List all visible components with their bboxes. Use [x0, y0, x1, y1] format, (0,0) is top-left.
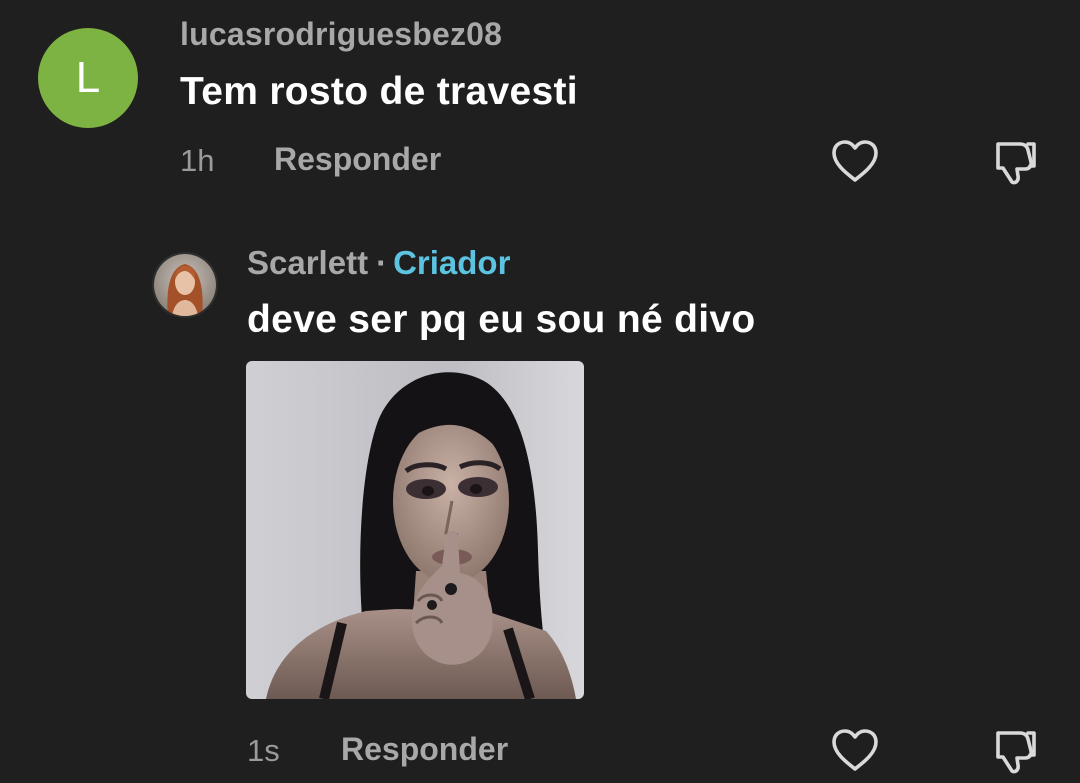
heart-icon[interactable]: [830, 138, 880, 184]
comments-screen: L lucasrodriguesbez08 Tem rosto de trave…: [0, 0, 1080, 783]
comment-text: deve ser pq eu sou né divo: [247, 298, 756, 341]
avatar-letter: L: [75, 53, 101, 102]
reply-button[interactable]: Responder: [274, 141, 441, 178]
comment-timestamp: 1h: [180, 143, 215, 178]
comment-timestamp: 1s: [247, 733, 280, 768]
comment-username[interactable]: Scarlett: [247, 244, 368, 281]
creator-avatar[interactable]: [152, 252, 218, 318]
creator-badge: Criador: [393, 244, 511, 281]
comment-username[interactable]: lucasrodriguesbez08: [180, 16, 502, 53]
comment-text: Tem rosto de travesti: [180, 70, 578, 113]
thumbs-down-icon[interactable]: [990, 136, 1042, 188]
heart-icon[interactable]: [830, 727, 880, 773]
thumbs-down-icon[interactable]: [990, 725, 1042, 777]
comment-image[interactable]: [246, 361, 584, 699]
separator-dot: ·: [376, 244, 388, 281]
reply-button[interactable]: Responder: [341, 731, 508, 768]
creator-avatar-image: [154, 254, 216, 316]
avatar[interactable]: L: [38, 28, 138, 128]
comment-header: Scarlett · Criador: [247, 244, 510, 282]
